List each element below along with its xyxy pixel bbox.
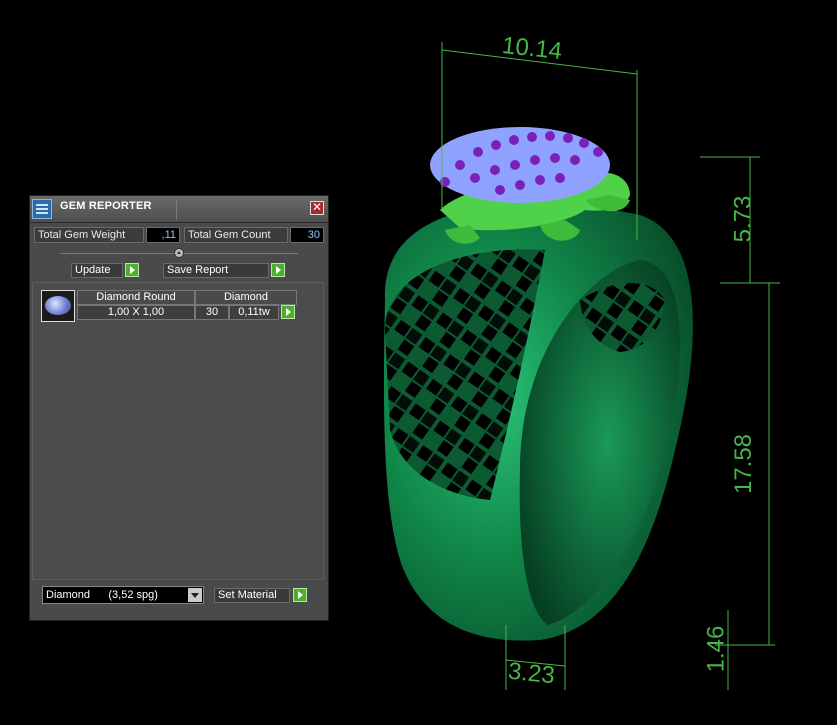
table-header-shape: Diamond Round [77,290,195,305]
total-gem-count-value: 30 [290,227,324,243]
gem-reporter-icon [32,199,52,219]
gem-weight-cell: 0,11tw [229,305,279,320]
gem-row-play-icon[interactable] [281,305,295,319]
update-button[interactable]: Update [71,263,123,278]
save-report-button[interactable]: Save Report [163,263,269,278]
panel-titlebar[interactable]: GEM REPORTER ✕ [30,196,328,223]
ring-model [383,203,693,641]
diamond-round-icon[interactable] [41,290,75,322]
collapse-toggle-icon[interactable] [174,248,184,258]
material-select[interactable]: Diamond (3,52 spg) [42,586,204,604]
gem-list: Diamond Round Diamond 1,00 X 1,00 30 0,1… [32,282,324,580]
close-button[interactable]: ✕ [310,201,324,215]
panel-title: GEM REPORTER [60,200,152,212]
update-play-icon[interactable] [125,263,139,277]
gem-reporter-panel: GEM REPORTER ✕ Total Gem Weight ,11 Tota… [29,195,329,621]
dim-bottom-thickness: 1.46 [702,625,730,673]
total-gem-weight-label: Total Gem Weight [34,227,144,243]
material-select-value: Diamond (3,52 spg) [46,589,158,601]
table-header-material: Diamond [195,290,297,305]
set-material-play-icon[interactable] [293,588,307,602]
chevron-down-icon[interactable] [188,588,202,602]
gem-size-cell: 1,00 X 1,00 [77,305,195,320]
total-gem-weight-value: ,11 [146,227,180,243]
total-gem-count-label: Total Gem Count [184,227,288,243]
dim-head-height: 5.73 [729,195,757,243]
save-report-play-icon[interactable] [271,263,285,277]
dim-shank-height: 17.58 [730,433,758,495]
gem-count-cell: 30 [195,305,229,320]
set-material-button[interactable]: Set Material [214,588,290,603]
dim-band-width: 3.23 [506,657,557,690]
title-separator [176,199,177,220]
